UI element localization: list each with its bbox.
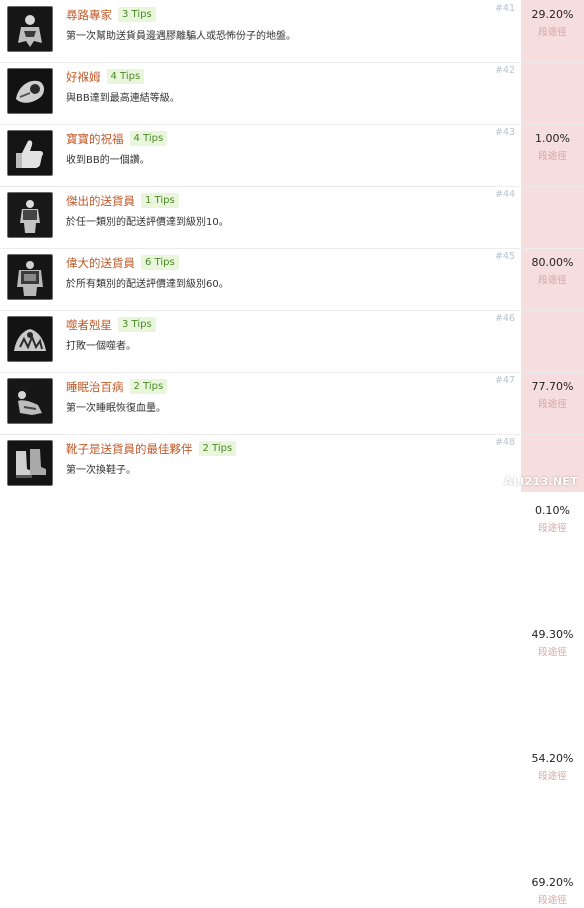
mechanical-figure-icon <box>7 6 53 52</box>
achievement-row[interactable]: 噬者剋星 3 Tips 打敗一個噬者。 #46 49.30% 段途徑 <box>0 310 584 658</box>
achievement-number: #48 <box>494 437 515 448</box>
achievement-description: 與BB達到最高連結等級。 <box>66 93 180 104</box>
achievement-row[interactable]: 好褓姆 4 Tips 與BB達到最高連結等級。 #42 1.00% 段途徑 <box>0 62 584 162</box>
achievement-row[interactable]: 偉大的送貨員 6 Tips 於所有類別的配送評價達到級別60。 #45 0.10%… <box>0 248 584 534</box>
achievement-list: 尋路專家 3 Tips 第一次幫助送貨員邊遇膠離騙人或恐怖份子的地盤。 #41 2… <box>0 0 584 906</box>
achievement-number: #43 <box>494 127 515 138</box>
achievement-description: 收到BB的一個讚。 <box>66 155 150 166</box>
sleeping-figure-icon <box>7 378 53 424</box>
guide-link[interactable]: 段途徑 <box>521 646 584 660</box>
achievement-number: #44 <box>494 189 515 200</box>
achievement-description: 第一次換鞋子。 <box>66 465 136 476</box>
achievement-number: #45 <box>494 251 515 262</box>
achievement-number: #46 <box>494 313 515 324</box>
tips-badge[interactable]: 4 Tips <box>106 69 145 84</box>
achievement-description: 打敗一個噬者。 <box>66 341 136 352</box>
baby-pod-icon <box>7 68 53 114</box>
completion-percent: 54.20% <box>531 752 574 765</box>
watermark: ALI213.NET <box>504 475 578 488</box>
tips-badge[interactable]: 1 Tips <box>141 193 179 208</box>
guide-link[interactable]: 段途徑 <box>521 522 584 536</box>
completion-percent: 29.20% <box>531 8 574 21</box>
achievement-number: #47 <box>494 375 515 386</box>
tips-badge[interactable]: 4 Tips <box>129 131 168 146</box>
achievement-title[interactable]: 睡眠治百病 <box>66 378 124 396</box>
completion-percent: 69.20% <box>531 876 574 889</box>
achievement-title[interactable]: 噬者剋星 <box>66 316 112 334</box>
achievement-description: 第一次睡眠恢復血量。 <box>66 403 166 414</box>
boots-icon <box>7 440 53 486</box>
achievement-title[interactable]: 偉大的送貨員 <box>66 254 135 272</box>
achievement-title[interactable]: 尋路專家 <box>66 6 112 24</box>
achievement-description: 第一次幫助送貨員邊遇膠離騙人或恐怖份子的地盤。 <box>66 31 296 42</box>
tips-badge[interactable]: 2 Tips <box>198 441 237 456</box>
achievement-number: #42 <box>494 65 515 76</box>
tips-badge[interactable]: 3 Tips <box>118 317 156 332</box>
achievement-description: 於所有類別的配送評價達到級別60。 <box>66 279 229 290</box>
completion-percent: 0.10% <box>535 504 570 517</box>
achievement-title[interactable]: 寶寶的祝福 <box>66 130 124 148</box>
guide-link[interactable]: 段途徑 <box>521 26 584 40</box>
tips-badge[interactable]: 3 Tips <box>118 7 156 22</box>
achievement-number: #41 <box>494 3 515 14</box>
achievement-row[interactable]: 睡眠治百病 2 Tips 第一次睡眠恢復血量。 #47 54.20% 段途徑 <box>0 372 584 782</box>
achievement-title[interactable]: 好褓姆 <box>66 68 101 86</box>
guide-link[interactable]: 段途徑 <box>521 770 584 784</box>
great-courier-icon <box>7 254 53 300</box>
achievement-title[interactable]: 靴子是送貨員的最佳夥伴 <box>66 440 193 458</box>
completion-percent: 49.30% <box>531 628 574 641</box>
achievement-row[interactable]: 傑出的送貨員 1 Tips 於任一類別的配送評價達到級別10。 #44 77.70… <box>0 186 584 410</box>
tips-badge[interactable]: 6 Tips <box>141 255 179 270</box>
guide-link[interactable]: 段途徑 <box>521 894 584 908</box>
courier-figure-icon <box>7 192 53 238</box>
achievement-description: 於任一類別的配送評價達到級別10。 <box>66 217 229 228</box>
tips-badge[interactable]: 2 Tips <box>129 379 168 394</box>
achievement-row[interactable]: 尋路專家 3 Tips 第一次幫助送貨員邊遇膠離騙人或恐怖份子的地盤。 #41 2… <box>0 0 584 63</box>
achievement-row[interactable]: 寶寶的祝福 4 Tips 收到BB的一個讚。 #43 80.00% 段途徑 <box>0 124 584 286</box>
achievement-title[interactable]: 傑出的送貨員 <box>66 192 135 210</box>
achievement-row[interactable]: 靴子是送貨員的最佳夥伴 2 Tips 第一次換鞋子。 #48 69.20% 段途徑 <box>0 434 584 906</box>
monster-icon <box>7 316 53 362</box>
thumbs-up-icon <box>7 130 53 176</box>
